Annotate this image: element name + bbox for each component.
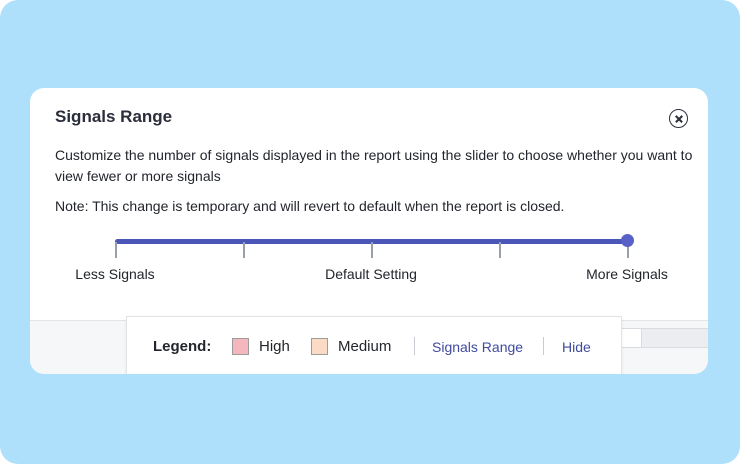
report-background-box <box>620 328 708 348</box>
legend-swatch-medium <box>311 338 328 355</box>
slider-thumb[interactable] <box>621 234 634 247</box>
slider-tick <box>371 242 373 258</box>
dialog-title: Signals Range <box>55 107 173 126</box>
slider-label-max: More Signals <box>586 266 668 282</box>
legend-swatch-high <box>232 338 249 355</box>
app-frame: Signals Range Customize the number of si… <box>0 0 740 464</box>
hide-link[interactable]: Hide <box>562 339 591 355</box>
slider-tick <box>243 242 245 258</box>
slider-tick <box>499 242 501 258</box>
dialog-note: Note: This change is temporary and will … <box>55 198 565 214</box>
slider-tick <box>115 242 117 258</box>
signals-range-link[interactable]: Signals Range <box>432 339 523 355</box>
slider-label-min: Less Signals <box>75 266 155 282</box>
close-circle-icon[interactable] <box>669 109 688 128</box>
legend-divider <box>414 337 415 355</box>
signals-range-dialog: Signals Range Customize the number of si… <box>30 88 708 374</box>
legend-label: Legend: <box>153 338 212 355</box>
legend-item-high: High <box>259 338 290 355</box>
dialog-description: Customize the number of signals displaye… <box>55 147 693 184</box>
report-background-box-cell <box>621 329 642 347</box>
legend-bar: Legend: High Medium Signals Range Hide <box>126 316 622 374</box>
legend-divider <box>543 337 544 355</box>
legend-item-medium: Medium <box>338 338 392 355</box>
slider-label-mid: Default Setting <box>325 266 417 282</box>
